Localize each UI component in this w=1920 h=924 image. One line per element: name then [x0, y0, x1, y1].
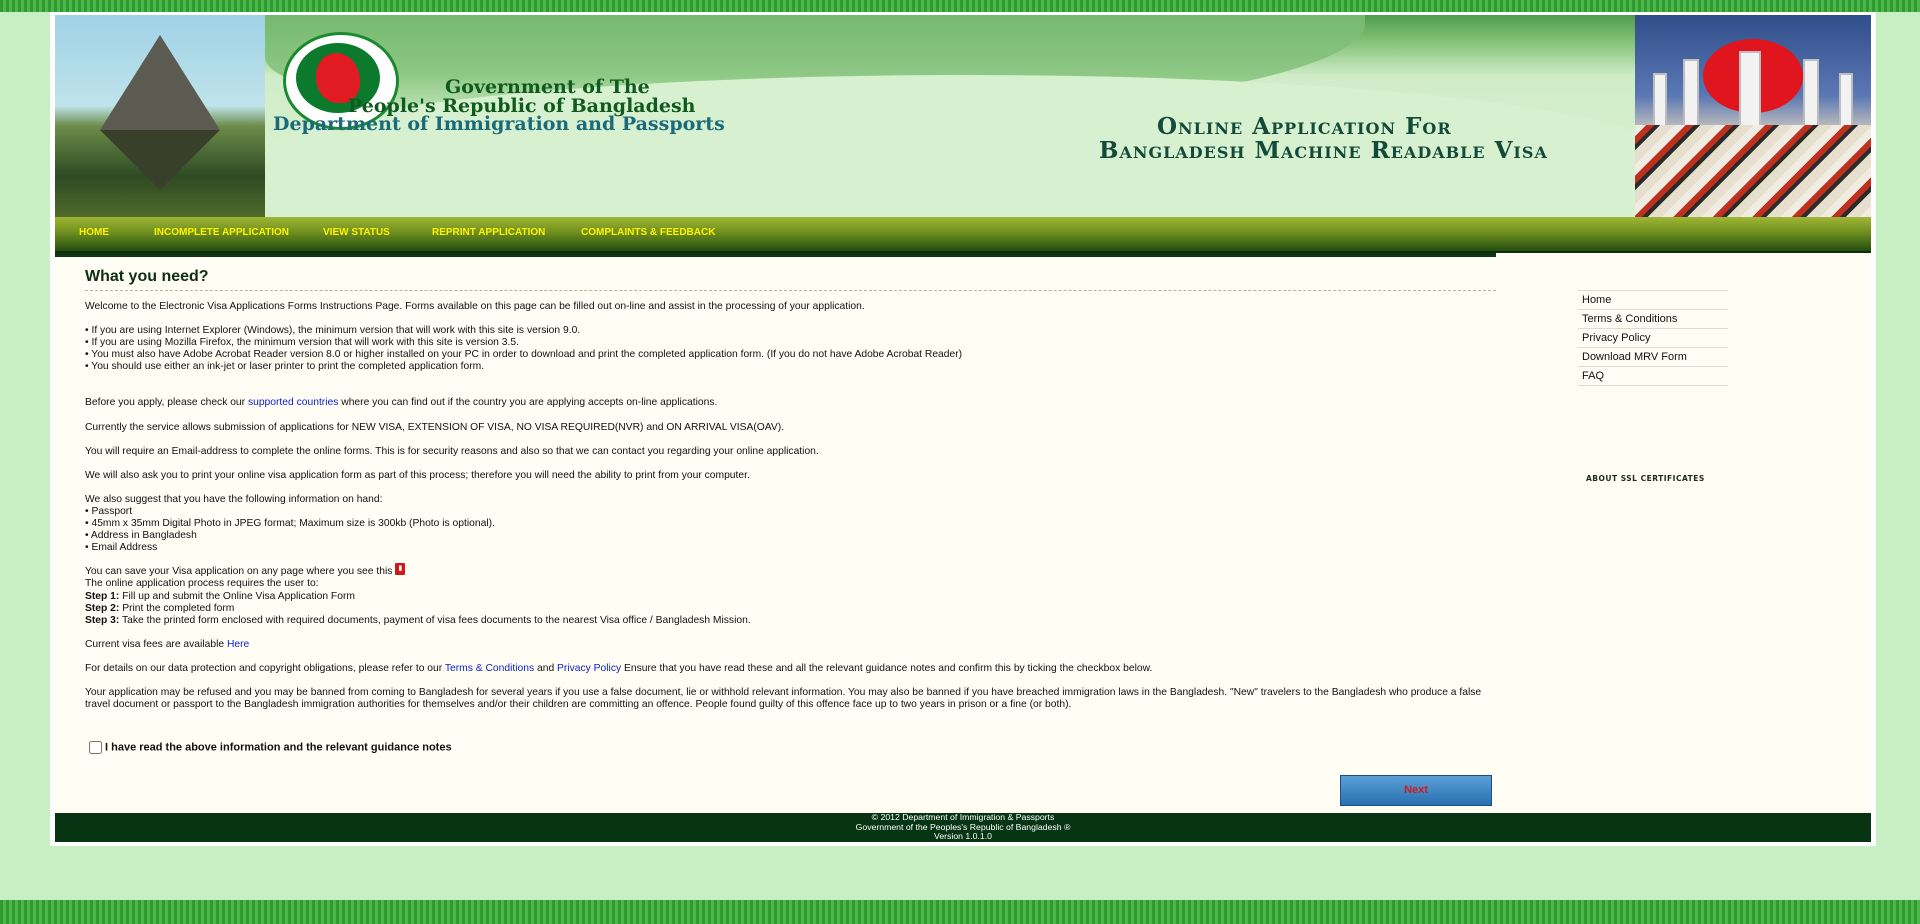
requirement-firefox: • If you are using Mozilla Firefox, the …	[85, 337, 519, 349]
department-title: Department of Immigration and Passports	[273, 113, 725, 135]
sidebar-links: Home Terms & Conditions Privacy Policy D…	[1578, 290, 1728, 386]
nav-view-status[interactable]: VIEW STATUS	[323, 227, 390, 238]
monument-reflection	[100, 130, 220, 190]
suggest-text: We also suggest that you have the follow…	[85, 493, 383, 505]
data-protection-text: For details on our data protection and c…	[85, 662, 1153, 674]
supported-countries-link[interactable]: supported countries	[248, 397, 338, 408]
requirement-printer: • You should use either an ink-jet or la…	[85, 361, 485, 373]
visa-fees-text: Current visa fees are available Here	[85, 638, 250, 650]
sidebar-item-privacy[interactable]: Privacy Policy	[1578, 328, 1728, 347]
nav-reprint-application[interactable]: REPRINT APPLICATION	[432, 227, 545, 238]
title-divider	[85, 290, 1496, 291]
sidebar-item-home[interactable]: Home	[1578, 290, 1728, 309]
info-passport: • Passport	[85, 505, 133, 517]
page-inner: Government of The People's Republic of B…	[55, 15, 1871, 842]
minar-pillar	[1653, 73, 1667, 127]
shaheed-minar-photo	[1635, 15, 1871, 217]
minar-pillar	[1739, 51, 1761, 127]
process-text: The online application process requires …	[85, 578, 319, 590]
header-banner: Government of The People's Republic of B…	[55, 15, 1871, 217]
info-email: • Email Address	[85, 542, 158, 554]
step-1: Step 1: Fill up and submit the Online Vi…	[85, 590, 355, 602]
terms-link[interactable]: Terms & Conditions	[445, 663, 534, 674]
info-photo: • 45mm x 35mm Digital Photo in JPEG form…	[85, 518, 495, 530]
sidebar-item-terms[interactable]: Terms & Conditions	[1578, 309, 1728, 328]
footer-version: Version 1.0.1.0	[934, 831, 992, 842]
guidance-checkbox[interactable]	[89, 741, 102, 754]
nav-complaints-feedback[interactable]: COMPLAINTS & FEEDBACK	[581, 227, 715, 238]
supported-countries-text: Before you apply, please check our suppo…	[85, 397, 718, 409]
requirement-acrobat: • You must also have Adobe Acrobat Reade…	[85, 349, 963, 361]
footer: © 2012 Department of Immigration & Passp…	[55, 812, 1871, 842]
service-text: Currently the service allows submission …	[85, 421, 785, 433]
warning-text: Your application may be refused and you …	[85, 686, 1482, 711]
nav-home[interactable]: HOME	[79, 227, 109, 238]
instructions-content: What you need? Welcome to the Electronic…	[85, 267, 1496, 711]
page-frame: Government of The People's Republic of B…	[50, 12, 1876, 846]
minar-pillar	[1803, 59, 1819, 127]
guidance-checkbox-label: I have read the above information and th…	[105, 741, 452, 754]
welcome-text: Welcome to the Electronic Visa Applicati…	[85, 301, 865, 312]
next-button[interactable]: Next	[1340, 775, 1492, 806]
minar-pillar	[1839, 73, 1853, 127]
main-nav: HOME INCOMPLETE APPLICATION VIEW STATUS …	[55, 217, 1871, 253]
print-text: We will also ask you to print your onlin…	[85, 469, 750, 481]
app-title-line2: Bangladesh Machine Readable Visa	[1099, 137, 1548, 164]
guidance-confirm-row[interactable]: I have read the above information and th…	[89, 741, 452, 754]
page-title: What you need?	[85, 268, 209, 285]
sidebar-item-faq[interactable]: FAQ	[1578, 366, 1728, 386]
visa-fees-link[interactable]: Here	[227, 639, 249, 650]
monument-photo	[55, 15, 265, 217]
privacy-link[interactable]: Privacy Policy	[557, 663, 621, 674]
step-2: Step 2: Print the completed form	[85, 602, 235, 614]
step-3: Step 3: Take the printed form enclosed w…	[85, 614, 751, 626]
nav-incomplete-application[interactable]: INCOMPLETE APPLICATION	[154, 227, 289, 238]
save-text: You can save your Visa application on an…	[85, 563, 1496, 578]
app-title-line1: Online Application For	[1157, 113, 1452, 140]
minar-pillar	[1683, 59, 1699, 127]
save-icon: ▮	[395, 563, 406, 576]
email-text: You will require an Email-address to com…	[85, 445, 819, 457]
sidebar-item-download-mrv[interactable]: Download MRV Form	[1578, 347, 1728, 366]
alpona-floor	[1635, 125, 1871, 217]
ssl-certificates-link[interactable]: ABOUT SSL CERTIFICATES	[1586, 474, 1705, 483]
monument-roof	[100, 35, 220, 130]
info-address: • Address in Bangladesh	[85, 530, 197, 542]
nav-divider	[55, 253, 1496, 257]
requirement-ie: • If you are using Internet Explorer (Wi…	[85, 325, 581, 337]
